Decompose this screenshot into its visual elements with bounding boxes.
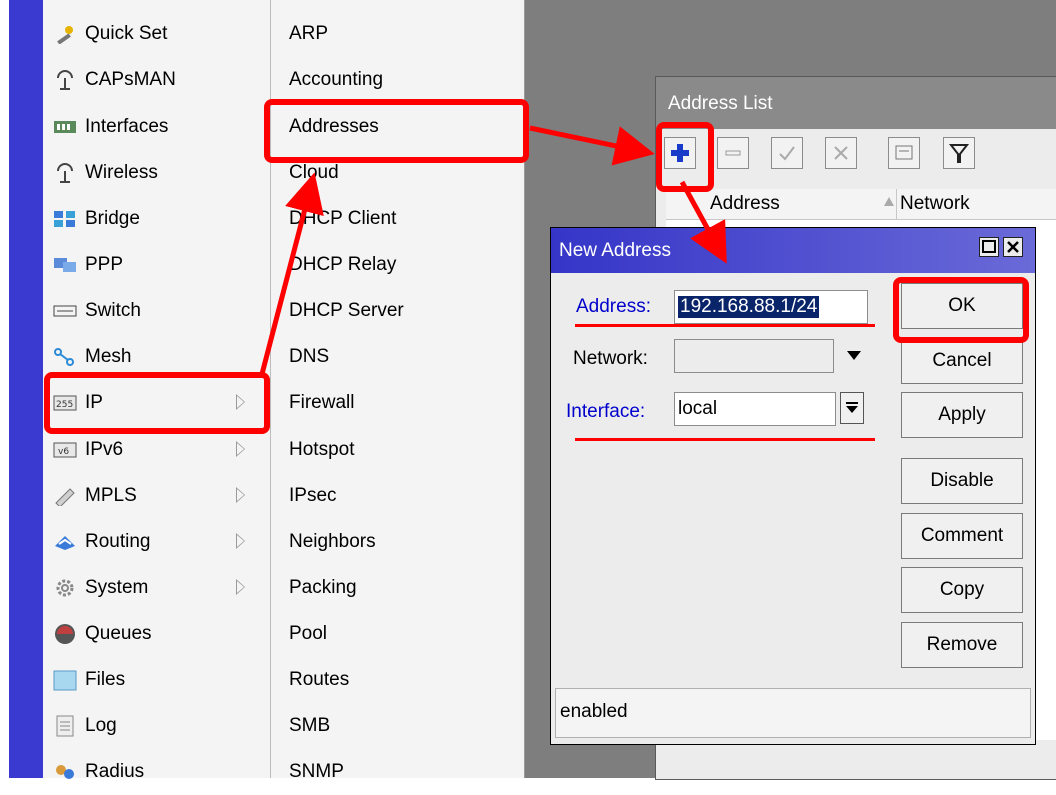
interfaces-icon — [53, 117, 77, 137]
network-field[interactable] — [674, 339, 834, 373]
submenu-item-accounting[interactable]: Accounting — [289, 57, 383, 103]
chevron-right-icon — [236, 441, 245, 457]
highlight-ok-button — [893, 277, 1029, 343]
bridge-icon — [53, 209, 77, 229]
submenu-item-routes[interactable]: Routes — [289, 657, 349, 703]
new-address-status: enabled — [555, 688, 1031, 738]
minus-icon — [725, 150, 741, 156]
menu-item-log[interactable]: Log — [43, 703, 270, 749]
menu-item-ppp[interactable]: PPP — [43, 242, 270, 288]
menu-item-mpls[interactable]: MPLS — [43, 473, 270, 519]
column-address[interactable]: Address — [710, 193, 780, 215]
filter-icon — [948, 144, 970, 163]
apply-button[interactable]: Apply — [901, 392, 1023, 438]
check-icon — [779, 146, 795, 161]
left-edge — [0, 0, 9, 778]
column-divider — [896, 189, 897, 219]
menu-item-radius[interactable]: Radius — [43, 749, 270, 795]
submenu-item-dhcp-client[interactable]: DHCP Client — [289, 196, 396, 242]
antenna-icon — [53, 70, 77, 90]
gear-icon — [53, 578, 77, 598]
close-icon — [1007, 241, 1019, 253]
cancel-button[interactable]: Cancel — [901, 338, 1023, 384]
folder-icon — [53, 670, 77, 691]
disable-button[interactable] — [825, 137, 857, 169]
menu-item-routing[interactable]: Routing — [43, 519, 270, 565]
highlight-ip-menu — [44, 372, 270, 434]
menu-item-quick-set[interactable]: Quick Set — [43, 11, 270, 57]
submenu-item-neighbors[interactable]: Neighbors — [289, 519, 376, 565]
submenu-item-firewall[interactable]: Firewall — [289, 380, 354, 426]
switch-icon — [53, 301, 77, 321]
menu-item-wireless[interactable]: Wireless — [43, 150, 270, 196]
menu-item-files[interactable]: Files — [43, 657, 270, 703]
menu-item-bridge[interactable]: Bridge — [43, 196, 270, 242]
address-field[interactable]: 192.168.88.1/24 — [674, 290, 868, 324]
interface-field[interactable]: local — [674, 392, 836, 426]
comment-icon — [895, 145, 913, 160]
menu-item-system[interactable]: System — [43, 565, 270, 611]
new-address-titlebar[interactable]: New Address — [551, 228, 1035, 273]
submenu-item-ipsec[interactable]: IPsec — [289, 473, 337, 519]
column-network[interactable]: Network — [900, 193, 970, 215]
maximize-button[interactable] — [979, 237, 999, 257]
winbox-side-bar — [9, 0, 43, 778]
address-list-header: Address Network — [666, 189, 1056, 220]
remove-button[interactable] — [717, 137, 749, 169]
remove-button[interactable]: Remove — [901, 622, 1023, 668]
network-dropdown-icon[interactable] — [847, 351, 861, 360]
maximize-icon — [982, 240, 996, 253]
wireless-icon — [53, 163, 77, 183]
radius-icon — [53, 762, 77, 782]
submenu-item-packing[interactable]: Packing — [289, 565, 357, 611]
svg-text:v6: v6 — [58, 447, 69, 457]
submenu-item-dhcp-server[interactable]: DHCP Server — [289, 288, 404, 334]
interface-dropdown-button[interactable] — [840, 392, 864, 424]
routing-icon — [53, 532, 77, 552]
close-button[interactable] — [1003, 237, 1023, 257]
chevron-right-icon — [236, 487, 245, 503]
filter-button[interactable] — [943, 137, 975, 169]
highlight-add-button — [656, 122, 714, 192]
sort-ascending-icon — [884, 197, 894, 206]
chevron-right-icon — [236, 533, 245, 549]
submenu-item-pool[interactable]: Pool — [289, 611, 327, 657]
network-label: Network: — [573, 348, 648, 369]
menu-item-switch[interactable]: Switch — [43, 288, 270, 334]
copy-button[interactable]: Copy — [901, 567, 1023, 613]
wand-icon — [53, 24, 77, 44]
highlight-addresses — [264, 99, 529, 163]
mpls-icon — [53, 486, 77, 506]
address-value: 192.168.88.1/24 — [678, 296, 820, 318]
underline-interface — [575, 438, 875, 441]
log-icon — [53, 715, 77, 737]
submenu-item-dhcp-relay[interactable]: DHCP Relay — [289, 242, 396, 288]
chevron-down-icon — [846, 402, 858, 413]
address-list-title: Address List — [668, 93, 773, 114]
chevron-right-icon — [236, 579, 245, 595]
comment-button[interactable] — [888, 137, 920, 169]
enable-button[interactable] — [771, 137, 803, 169]
underline-address — [575, 324, 875, 327]
address-list-titlebar[interactable]: Address List — [656, 77, 1056, 129]
submenu-item-smb[interactable]: SMB — [289, 703, 330, 749]
new-address-title: New Address — [559, 240, 671, 261]
cross-icon — [834, 146, 848, 160]
ipv6-icon: v6 — [53, 440, 77, 460]
interface-label: Interface: — [566, 401, 646, 422]
submenu-item-snmp[interactable]: SNMP — [289, 749, 344, 795]
comment-button[interactable]: Comment — [901, 513, 1023, 559]
submenu-item-arp[interactable]: ARP — [289, 11, 328, 57]
menu-item-queues[interactable]: Queues — [43, 611, 270, 657]
menu-item-capsman[interactable]: CAPsMAN — [43, 57, 270, 103]
address-label: Address: — [576, 296, 651, 317]
submenu-item-dns[interactable]: DNS — [289, 334, 329, 380]
queues-icon — [53, 624, 77, 644]
menu-item-interfaces[interactable]: Interfaces — [43, 104, 270, 150]
submenu-item-hotspot[interactable]: Hotspot — [289, 427, 354, 473]
ppp-icon — [53, 255, 77, 275]
disable-button[interactable]: Disable — [901, 458, 1023, 504]
mesh-icon — [53, 347, 77, 367]
